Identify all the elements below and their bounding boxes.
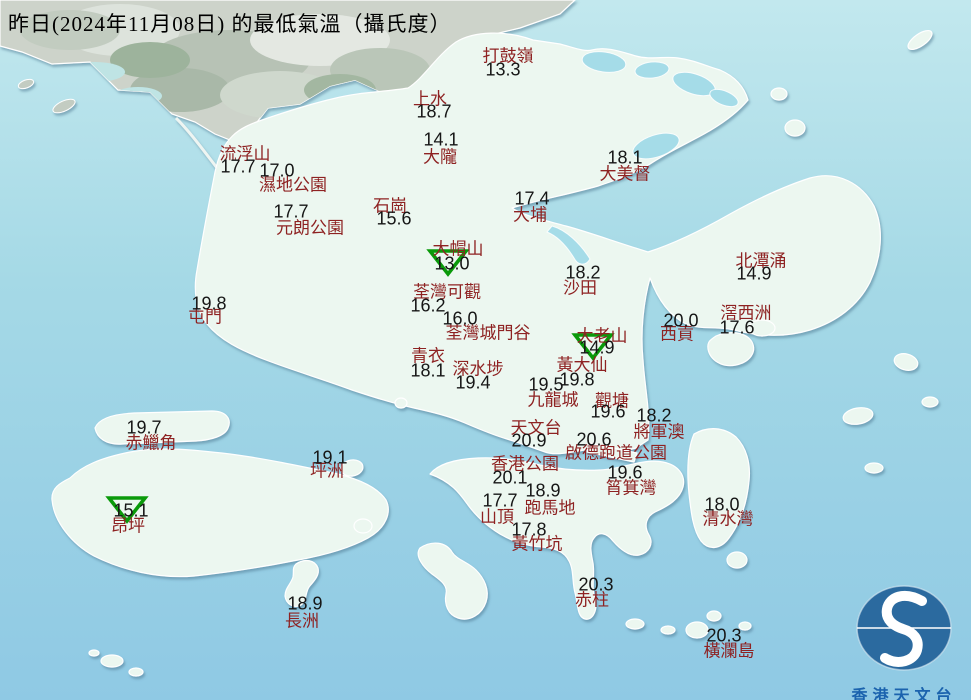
small-island [128, 667, 144, 677]
station-value: 16.2 [410, 295, 446, 316]
station-value: 19.8 [191, 293, 227, 314]
small-island [921, 396, 939, 408]
station-value: 19.1 [312, 447, 348, 468]
station-value: 18.1 [607, 147, 643, 168]
station-value: 14.9 [579, 337, 615, 358]
station-value: 13.0 [434, 253, 470, 274]
station-value: 20.9 [511, 430, 547, 451]
station-value: 17.7 [482, 490, 518, 511]
station-value: 17.6 [719, 317, 755, 338]
map-title: 昨日(2024年11月08日) 的最低氣溫（攝氏度） [8, 12, 452, 36]
station-value: 19.6 [590, 401, 626, 422]
station-value: 18.2 [565, 262, 601, 283]
station-value: 18.9 [525, 480, 561, 501]
station-value: 18.7 [416, 101, 452, 122]
station-value: 19.4 [455, 372, 491, 393]
station-value: 20.6 [576, 429, 612, 450]
small-island [864, 462, 884, 474]
station-value: 17.0 [259, 160, 295, 181]
station-value: 20.0 [663, 310, 699, 331]
small-island [88, 649, 100, 657]
station-value: 18.0 [704, 494, 740, 515]
station-value: 19.5 [528, 374, 564, 395]
ma-wan-island [394, 397, 408, 409]
small-island [784, 119, 806, 137]
hko-logo-icon [856, 585, 952, 671]
station-value: 17.8 [511, 519, 547, 540]
station-value: 15.1 [113, 500, 149, 521]
station-value: 13.3 [485, 59, 521, 80]
station-value: 16.0 [442, 308, 478, 329]
station-value: 14.9 [736, 263, 772, 284]
tung-lung-island [726, 551, 748, 569]
station-value: 20.3 [706, 625, 742, 646]
station-value: 19.8 [559, 369, 595, 390]
soko-islands [100, 654, 124, 668]
station-value: 19.6 [607, 462, 643, 483]
station-value: 20.3 [578, 574, 614, 595]
hko-logo-text-zh: 香港天文台 [851, 688, 957, 700]
station-value: 19.7 [126, 417, 162, 438]
station-value: 17.7 [273, 201, 309, 222]
hko-logo: 香港天文台 HONG KONG OBSERVATORY [836, 580, 971, 700]
small-island [706, 610, 722, 622]
station-value: 15.6 [376, 208, 412, 229]
map-canvas: 昨日(2024年11月08日) 的最低氣溫（攝氏度） 13.3 打鼓嶺 18.7 上水… [0, 0, 971, 700]
station-value: 14.1 [423, 129, 459, 150]
hong-kong-map [0, 0, 971, 700]
station-value: 18.2 [636, 405, 672, 426]
station-value: 17.4 [514, 188, 550, 209]
hei-ling-chau-island [353, 518, 373, 534]
small-island [770, 87, 788, 101]
station-value: 18.9 [287, 593, 323, 614]
station-value: 20.1 [492, 467, 528, 488]
small-island [660, 625, 676, 635]
station-value: 17.7 [220, 156, 256, 177]
small-island [625, 618, 645, 630]
station-value: 18.1 [410, 360, 446, 381]
